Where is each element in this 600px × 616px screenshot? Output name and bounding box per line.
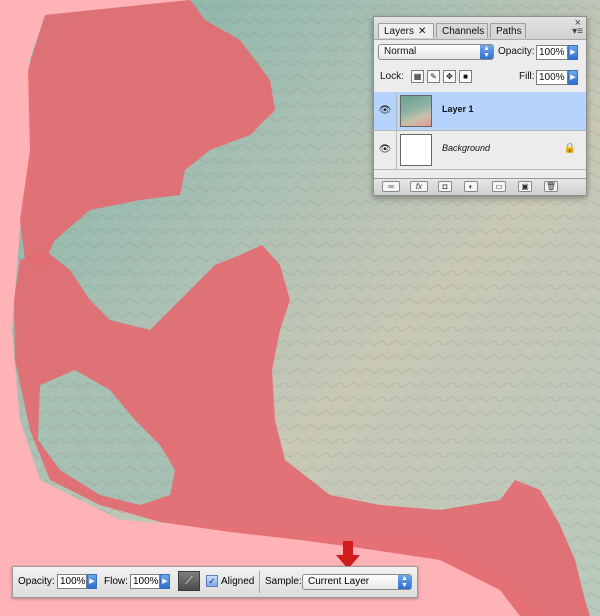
opacity-slider-button[interactable]: ▶ <box>568 45 578 60</box>
flow-slider-button[interactable]: ▶ <box>160 574 170 589</box>
visibility-eye-icon[interactable]: 👁 <box>374 92 397 130</box>
panel-menu-icon[interactable]: ▾≡ <box>572 26 583 37</box>
blend-mode-select[interactable]: Normal ▲ ▼ <box>378 44 494 60</box>
lock-label: Lock: <box>380 71 404 82</box>
fill-slider-button[interactable]: ▶ <box>568 70 578 85</box>
tab-paths[interactable]: Paths <box>490 23 526 38</box>
lock-paint-icon[interactable]: ✎ <box>427 70 440 83</box>
layer-row-background[interactable]: 👁 Background 🔒 <box>374 131 586 170</box>
select-arrows-icon: ▲ ▼ <box>398 575 411 589</box>
new-group-icon[interactable]: ▭ <box>492 181 506 192</box>
layer-thumbnail <box>400 95 432 127</box>
tab-channels-label: Channels <box>442 26 485 37</box>
layer-thumbnail <box>400 134 432 166</box>
brush-opacity-slider-button[interactable]: ▶ <box>87 574 97 589</box>
add-mask-icon[interactable]: ◘ <box>438 181 452 192</box>
new-layer-icon[interactable]: ▣ <box>518 181 532 192</box>
tab-paths-label: Paths <box>496 26 522 37</box>
lock-all-icon[interactable]: ■ <box>459 70 472 83</box>
brush-opacity-field[interactable]: 100% <box>57 574 87 589</box>
tab-close-icon[interactable]: ✕ <box>418 26 426 37</box>
blend-row: Normal ▲ ▼ Opacity: 100% ▶ <box>374 44 586 62</box>
brush-opacity-label: Opacity: <box>18 576 55 587</box>
layers-panel: Layers ✕ Channels Paths × ▾≡ Normal ▲ ▼ Op… <box>373 16 587 196</box>
tab-layers[interactable]: Layers ✕ <box>378 23 434 38</box>
airbrush-icon[interactable]: ⟋ <box>178 571 200 591</box>
flow-label: Flow: <box>104 576 128 587</box>
link-layers-icon[interactable]: ∞ <box>382 181 400 192</box>
layer-name: Background <box>442 143 491 153</box>
layer-name: Layer 1 <box>442 104 474 114</box>
lock-transparent-icon[interactable]: ▦ <box>411 70 424 83</box>
panel-bottom-bar: ∞ fx ◘ ◐ ▭ ▣ 🗑 <box>374 178 586 195</box>
adjustment-layer-icon[interactable]: ◐ <box>464 181 478 192</box>
divider <box>259 571 260 593</box>
blend-mode-value: Normal <box>384 46 417 57</box>
lock-row: Lock: ▦ ✎ ✥ ■ Fill: 100% ▶ <box>374 70 586 86</box>
layer-row-layer1[interactable]: 👁 Layer 1 <box>374 92 586 131</box>
opacity-label: Opacity: <box>498 46 535 57</box>
opacity-field[interactable]: 100% <box>536 45 568 60</box>
sample-select[interactable]: Current Layer ▲ ▼ <box>302 574 412 590</box>
aligned-label: Aligned <box>221 576 255 587</box>
lock-move-icon[interactable]: ✥ <box>443 70 456 83</box>
tab-channels[interactable]: Channels <box>436 23 488 38</box>
flow-field[interactable]: 100% <box>130 574 160 589</box>
aligned-checkbox[interactable]: ✓ <box>206 575 218 587</box>
select-arrows-icon: ▲ ▼ <box>480 45 493 59</box>
tool-options-bar: Opacity: 100% ▶ Flow: 100% ▶ ⟋ ✓ Aligned… <box>12 566 418 598</box>
panel-tab-bar: Layers ✕ Channels Paths × ▾≡ <box>374 17 586 40</box>
fill-field[interactable]: 100% <box>536 70 568 85</box>
trash-icon[interactable]: 🗑 <box>544 181 558 192</box>
visibility-eye-icon[interactable]: 👁 <box>374 131 397 169</box>
sample-value: Current Layer <box>308 576 370 587</box>
tab-layers-label: Layers <box>384 26 415 37</box>
lock-icon: 🔒 <box>563 143 576 154</box>
sample-label: Sample: <box>265 576 302 587</box>
fill-label: Fill: <box>519 71 535 82</box>
layer-style-icon[interactable]: fx <box>410 181 428 192</box>
